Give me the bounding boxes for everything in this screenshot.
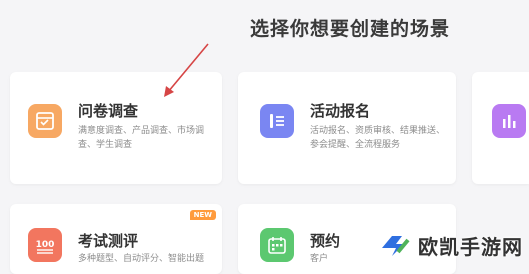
annotation-arrow-icon	[164, 43, 209, 97]
watermark: 欧凯手游网	[378, 230, 523, 260]
watermark-text: 欧凯手游网	[418, 234, 523, 259]
ok-logo-icon	[382, 236, 410, 256]
